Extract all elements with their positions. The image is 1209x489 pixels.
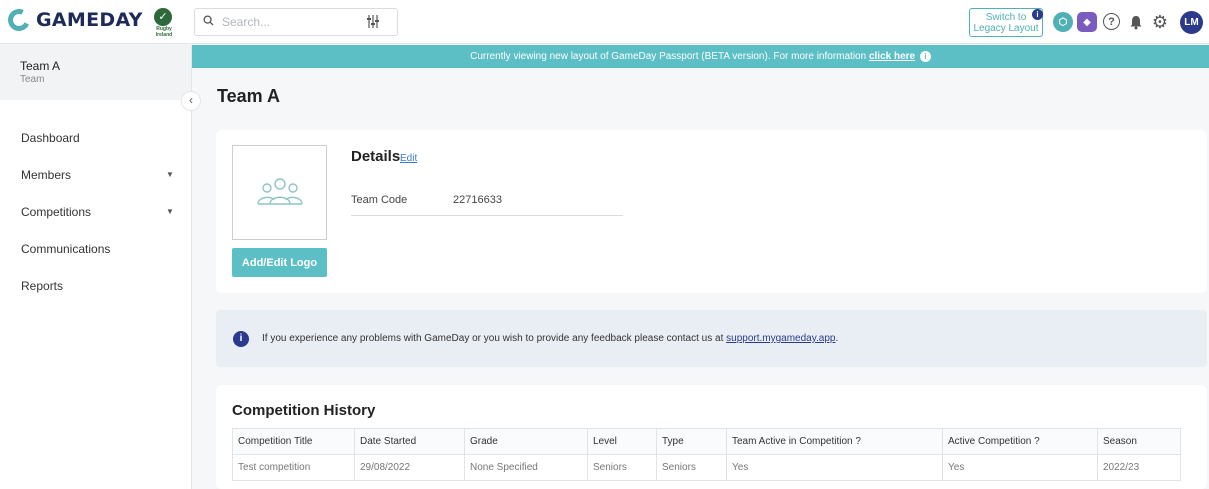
column-header[interactable]: Competition Title: [232, 428, 355, 455]
column-header[interactable]: Season: [1097, 428, 1181, 455]
table-cell: 2022/23: [1097, 454, 1181, 481]
help-icon[interactable]: ?: [1103, 13, 1120, 30]
sidebar-team-type: Team: [20, 74, 45, 85]
team-logo-placeholder: [232, 145, 327, 240]
caret-down-icon: ▼: [166, 207, 174, 216]
column-header[interactable]: Level: [587, 428, 657, 455]
column-header[interactable]: Date Started: [354, 428, 465, 455]
search-box: [194, 8, 398, 36]
sidebar-item-members[interactable]: Members ▼: [0, 156, 191, 193]
add-edit-logo-button[interactable]: Add/Edit Logo: [232, 248, 327, 277]
gameday-mark-icon: [4, 5, 34, 35]
table-cell: Seniors: [656, 454, 727, 481]
table-cell: Test competition: [232, 454, 355, 481]
table-header-row: Competition Title Date Started Grade Lev…: [232, 428, 1181, 455]
column-header[interactable]: Active Competition ?: [942, 428, 1098, 455]
sidebar-item-dashboard[interactable]: Dashboard: [0, 119, 191, 156]
filter-icon[interactable]: [367, 15, 379, 31]
info-icon: i: [233, 331, 249, 347]
divider: [351, 215, 623, 216]
info-icon[interactable]: i: [1032, 9, 1043, 20]
beta-banner: Currently viewing new layout of GameDay …: [192, 45, 1209, 68]
page-title: Team A: [217, 86, 281, 106]
team-code-value: 22716633: [453, 194, 502, 206]
sidebar: Team A Team Dashboard Members ▼ Competiti…: [0, 45, 192, 489]
details-card: Add/Edit Logo Details Edit Team Code 227…: [216, 130, 1207, 293]
sidebar-team-name: Team A: [20, 59, 61, 73]
info-icon: i: [919, 50, 931, 62]
column-header[interactable]: Grade: [464, 428, 588, 455]
details-heading: Details: [351, 148, 401, 165]
team-code-label: Team Code: [351, 194, 408, 206]
logo-text: GAMEDAY: [36, 9, 143, 31]
gameday-logo[interactable]: GAMEDAY: [4, 5, 143, 35]
caret-down-icon: ▼: [166, 170, 174, 179]
shield-icon[interactable]: ◆: [1077, 12, 1097, 32]
competition-history-heading: Competition History: [232, 402, 376, 419]
collapse-sidebar-button[interactable]: ‹: [181, 91, 201, 111]
feedback-message: If you experience any problems with Game…: [262, 333, 724, 344]
sidebar-item-label: Competitions: [21, 204, 92, 219]
legacy-button-line2: Legacy Layout: [973, 23, 1039, 34]
table-cell: Yes: [726, 454, 943, 481]
sidebar-item-label: Dashboard: [21, 130, 80, 145]
user-avatar[interactable]: LM: [1180, 11, 1203, 34]
column-header[interactable]: Type: [656, 428, 727, 455]
search-input[interactable]: [222, 15, 362, 29]
org-badge: ✓ Rugby Ireland: [154, 8, 174, 38]
sidebar-item-label: Reports: [21, 278, 64, 293]
search-icon: [203, 15, 214, 29]
table-cell: None Specified: [464, 454, 588, 481]
check-icon: ✓: [154, 8, 172, 26]
banner-click-here-link[interactable]: click here: [869, 51, 915, 62]
competition-history-table: Competition Title Date Started Grade Lev…: [232, 428, 1181, 481]
team-icon: [255, 177, 305, 210]
feedback-text: If you experience any problems with Game…: [262, 333, 838, 344]
sidebar-item-reports[interactable]: Reports: [0, 267, 191, 304]
sidebar-item-label: Communications: [21, 241, 111, 256]
passport-icon[interactable]: ⬡: [1053, 12, 1073, 32]
gear-icon[interactable]: ⚙: [1150, 12, 1170, 32]
sidebar-nav: Dashboard Members ▼ Competitions ▼ Communi…: [0, 119, 191, 304]
feedback-info-panel: i If you experience any problems with Ga…: [216, 310, 1207, 367]
table-cell: 29/08/2022: [354, 454, 465, 481]
table-cell: Yes: [942, 454, 1098, 481]
org-badge-text: Rugby Ireland: [155, 26, 173, 38]
feedback-suffix: .: [835, 333, 839, 344]
edit-details-link[interactable]: Edit: [400, 153, 417, 164]
support-link[interactable]: support.mygameday.app: [726, 333, 835, 344]
sidebar-item-label: Members: [21, 167, 72, 182]
sidebar-item-communications[interactable]: Communications: [0, 230, 191, 267]
competition-history-card: Competition History Competition Title Da…: [216, 385, 1207, 489]
column-header[interactable]: Team Active in Competition ?: [726, 428, 943, 455]
sidebar-team-header: Team A Team: [0, 45, 191, 100]
bell-icon[interactable]: [1126, 12, 1146, 32]
table-cell: Seniors: [587, 454, 657, 481]
table-row[interactable]: Test competition 29/08/2022 None Specifi…: [232, 454, 1181, 481]
sidebar-item-competitions[interactable]: Competitions ▼: [0, 193, 191, 230]
banner-text: Currently viewing new layout of GameDay …: [470, 51, 867, 62]
top-bar: GAMEDAY ✓ Rugby Ireland Switch to Legacy…: [0, 0, 1209, 44]
